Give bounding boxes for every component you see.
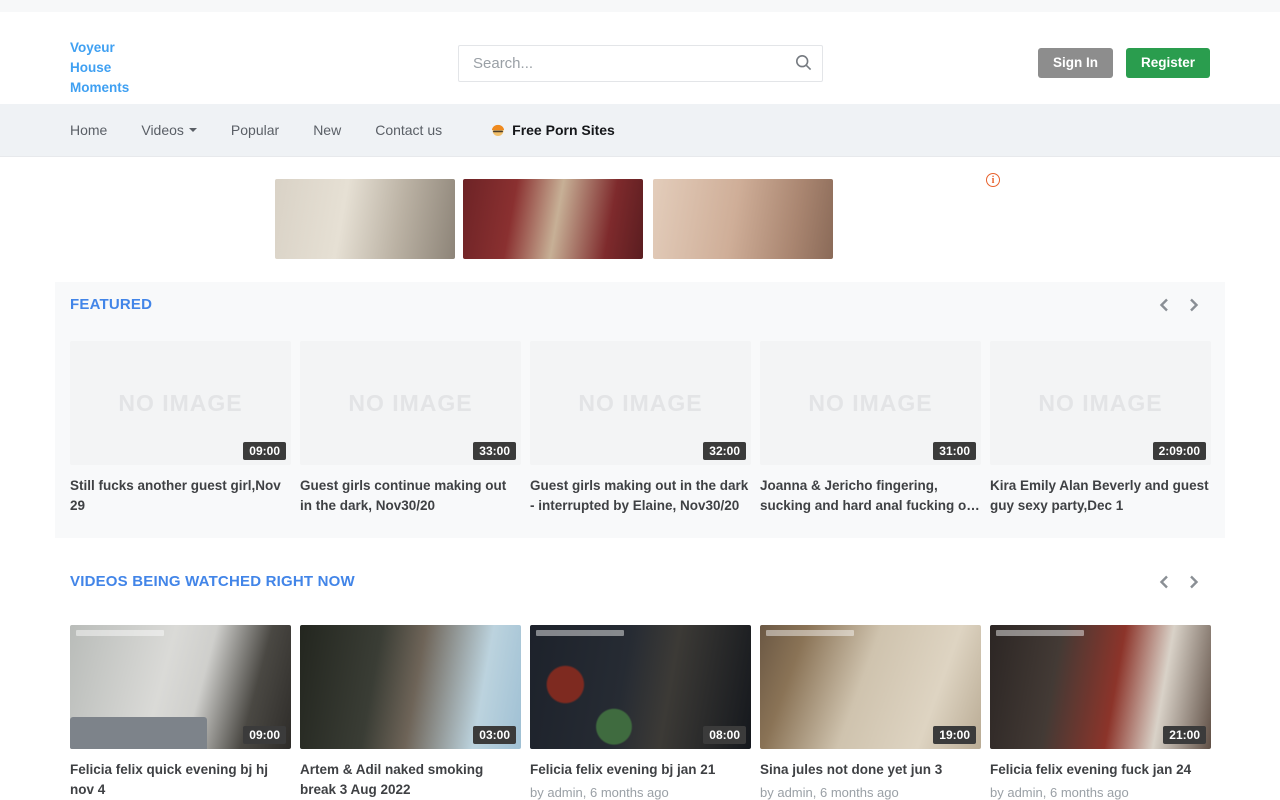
video-card[interactable]: NO IMAGE 32:00 Guest girls making out in… — [530, 341, 751, 516]
duration-badge: 08:00 — [703, 726, 746, 744]
watched-video-list: 09:00 Felicia felix quick evening bj hj … — [70, 625, 1210, 800]
nav-item-free-porn-sites[interactable]: Free Porn Sites — [490, 121, 615, 140]
video-meta: by admin, 6 months ago — [530, 785, 751, 800]
ad-thumbnail[interactable] — [275, 179, 455, 259]
video-card[interactable]: NO IMAGE 33:00 Guest girls continue maki… — [300, 341, 521, 516]
video-card[interactable]: NO IMAGE 09:00 Still fucks another guest… — [70, 341, 291, 516]
video-title[interactable]: Artem & Adil naked smoking break 3 Aug 2… — [300, 760, 521, 800]
video-thumbnail[interactable]: 08:00 — [530, 625, 751, 749]
video-thumbnail[interactable]: NO IMAGE 09:00 — [70, 341, 291, 465]
cctv-timestamp-overlay — [766, 630, 854, 636]
nav-item-videos[interactable]: Videos — [141, 122, 197, 138]
featured-video-list: NO IMAGE 09:00 Still fucks another guest… — [70, 341, 1210, 516]
video-thumbnail[interactable]: 21:00 — [990, 625, 1211, 749]
video-title[interactable]: Sina jules not done yet jun 3 — [760, 760, 981, 780]
video-title[interactable]: Joanna & Jericho fingering, sucking and … — [760, 476, 981, 516]
video-title[interactable]: Kira Emily Alan Beverly and guest guy se… — [990, 476, 1211, 516]
video-title[interactable]: Felicia felix quick evening bj hj nov 4 — [70, 760, 291, 800]
no-image-placeholder: NO IMAGE — [348, 390, 472, 417]
video-thumbnail[interactable]: NO IMAGE 31:00 — [760, 341, 981, 465]
duration-badge: 33:00 — [473, 442, 516, 460]
video-title[interactable]: Guest girls continue making out in the d… — [300, 476, 521, 516]
auth-buttons: Sign In Register — [1038, 48, 1210, 78]
video-card[interactable]: NO IMAGE 31:00 Joanna & Jericho fingerin… — [760, 341, 981, 516]
nav-item-contact-us[interactable]: Contact us — [375, 122, 442, 138]
chevron-down-icon — [189, 128, 197, 132]
ad-banner-panel — [275, 179, 1003, 259]
duration-badge: 19:00 — [933, 726, 976, 744]
video-title[interactable]: Guest girls making out in the dark - int… — [530, 476, 751, 516]
video-card[interactable]: 08:00 Felicia felix evening bj jan 21 by… — [530, 625, 751, 800]
featured-section-title: FEATURED — [70, 296, 152, 313]
search-button[interactable] — [784, 46, 822, 81]
video-thumbnail[interactable]: 03:00 — [300, 625, 521, 749]
no-image-placeholder: NO IMAGE — [808, 390, 932, 417]
logo-line-2: House — [70, 58, 129, 78]
site-header: Voyeur House Moments Sign In Register — [0, 12, 1280, 104]
video-card[interactable]: 03:00 Artem & Adil naked smoking break 3… — [300, 625, 521, 800]
nav-item-new[interactable]: New — [313, 122, 341, 138]
sign-in-button[interactable]: Sign In — [1038, 48, 1113, 78]
video-meta: by admin, 6 months ago — [760, 785, 981, 800]
carousel-controls — [1156, 574, 1210, 590]
carousel-controls — [1156, 297, 1210, 313]
video-card[interactable]: 19:00 Sina jules not done yet jun 3 by a… — [760, 625, 981, 800]
ad-thumbnail[interactable] — [463, 179, 643, 259]
watched-section-title: VIDEOS BEING WATCHED RIGHT NOW — [70, 573, 355, 590]
cctv-timestamp-overlay — [536, 630, 624, 636]
video-thumbnail[interactable]: NO IMAGE 33:00 — [300, 341, 521, 465]
video-thumbnail[interactable]: 09:00 — [70, 625, 291, 749]
video-thumbnail[interactable]: 19:00 — [760, 625, 981, 749]
site-logo[interactable]: Voyeur House Moments — [70, 38, 129, 98]
next-arrow-icon[interactable] — [1186, 574, 1202, 590]
search-input[interactable] — [459, 55, 784, 72]
duration-badge: 2:09:00 — [1153, 442, 1206, 460]
nav-promo-label: Free Porn Sites — [512, 122, 615, 138]
nav-item-home[interactable]: Home — [70, 122, 107, 138]
video-thumbnail[interactable]: NO IMAGE 32:00 — [530, 341, 751, 465]
duration-badge: 03:00 — [473, 726, 516, 744]
video-meta: by admin, 6 months ago — [990, 785, 1211, 800]
nav-item-label: Popular — [231, 122, 279, 138]
duration-badge: 21:00 — [1163, 726, 1206, 744]
next-arrow-icon[interactable] — [1186, 297, 1202, 313]
nav-item-label: Home — [70, 122, 107, 138]
top-strip — [0, 0, 1280, 12]
prev-arrow-icon[interactable] — [1156, 574, 1172, 590]
nav-item-label: Contact us — [375, 122, 442, 138]
video-card[interactable]: NO IMAGE 2:09:00 Kira Emily Alan Beverly… — [990, 341, 1211, 516]
no-image-placeholder: NO IMAGE — [578, 390, 702, 417]
video-card[interactable]: 09:00 Felicia felix quick evening bj hj … — [70, 625, 291, 800]
no-image-placeholder: NO IMAGE — [1038, 390, 1162, 417]
featured-section: FEATURED NO IMAGE 09:00 Still fucks anot… — [55, 282, 1225, 538]
prev-arrow-icon[interactable] — [1156, 297, 1172, 313]
nav-item-popular[interactable]: Popular — [231, 122, 279, 138]
search-icon — [795, 54, 812, 74]
no-image-placeholder: NO IMAGE — [118, 390, 242, 417]
search-bar — [458, 45, 823, 82]
video-title[interactable]: Felicia felix evening bj jan 21 — [530, 760, 751, 780]
duration-badge: 32:00 — [703, 442, 746, 460]
logo-line-1: Voyeur — [70, 38, 129, 58]
ad-info-icon[interactable]: i — [986, 173, 1000, 187]
video-title[interactable]: Still fucks another guest girl,Nov 29 — [70, 476, 291, 516]
video-thumbnail[interactable]: NO IMAGE 2:09:00 — [990, 341, 1211, 465]
main-navbar: Home Videos Popular New Contact us — [0, 104, 1280, 157]
video-title[interactable]: Felicia felix evening fuck jan 24 — [990, 760, 1211, 780]
duration-badge: 09:00 — [243, 442, 286, 460]
nav-item-label: New — [313, 122, 341, 138]
ad-banner-strip: i — [0, 157, 1280, 282]
duration-badge: 09:00 — [243, 726, 286, 744]
video-card[interactable]: 21:00 Felicia felix evening fuck jan 24 … — [990, 625, 1211, 800]
logo-line-3: Moments — [70, 78, 129, 98]
watched-now-section: VIDEOS BEING WATCHED RIGHT NOW 09:00 Fel… — [55, 538, 1225, 800]
cctv-timestamp-overlay — [996, 630, 1084, 636]
duration-badge: 31:00 — [933, 442, 976, 460]
ad-thumbnail[interactable] — [653, 179, 833, 259]
nav-item-label: Videos — [141, 122, 184, 138]
helmet-face-icon — [490, 121, 506, 140]
register-button[interactable]: Register — [1126, 48, 1210, 78]
cctv-timestamp-overlay — [76, 630, 164, 636]
